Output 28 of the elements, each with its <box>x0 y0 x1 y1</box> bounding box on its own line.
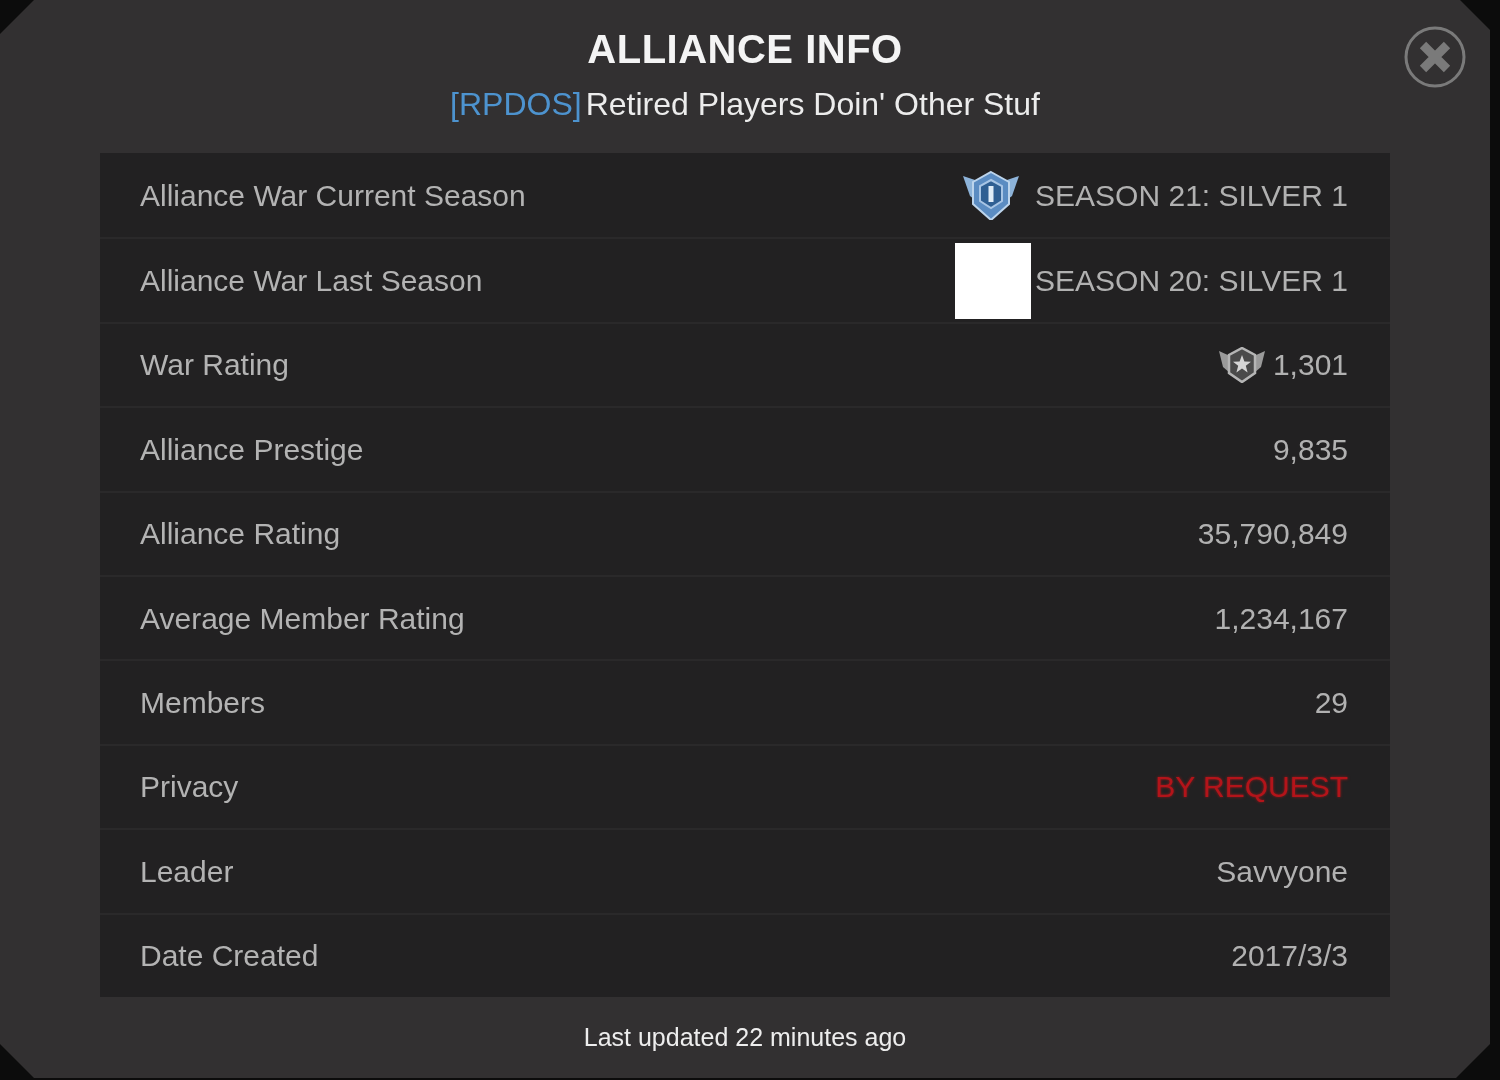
alliance-tag: [RPDOS] <box>450 84 582 124</box>
row-label: Members <box>140 685 266 722</box>
row-value: SEASON 20: SILVER 1 <box>1035 263 1348 300</box>
row-value: Savvyone <box>1216 853 1348 890</box>
alliance-name: Retired Players Doin' Other Stuf <box>585 85 1040 124</box>
close-button[interactable] <box>1404 26 1466 88</box>
row-value: 1,301 <box>1272 347 1348 384</box>
row-label: Average Member Rating <box>140 600 465 637</box>
row-label: Alliance Prestige <box>140 431 364 468</box>
row-label: Privacy <box>140 769 239 806</box>
row-value: 29 <box>1314 685 1348 722</box>
row-value: 2017/3/3 <box>1231 938 1348 975</box>
row-value: SEASON 21: SILVER 1 <box>1035 177 1348 214</box>
shield-badge-icon <box>963 170 1020 221</box>
dialog-title: ALLIANCE INFO <box>587 26 903 72</box>
star-medal-icon <box>1218 346 1265 383</box>
row-value: 1,234,167 <box>1214 600 1348 637</box>
row-label: War Rating <box>140 347 289 384</box>
row-label: Alliance War Current Season <box>140 177 526 214</box>
row-value: BY REQUEST <box>1155 769 1348 806</box>
row-label: Leader <box>140 853 234 890</box>
last-updated-text: Last updated 22 minutes ago <box>583 1021 907 1053</box>
row-label: Alliance Rating <box>140 516 341 553</box>
row-label: Date Created <box>140 938 319 975</box>
row-value: 9,835 <box>1272 431 1348 468</box>
row-value: 35,790,849 <box>1197 516 1348 553</box>
close-icon <box>1404 26 1466 88</box>
row-label: Alliance War Last Season <box>140 263 483 300</box>
